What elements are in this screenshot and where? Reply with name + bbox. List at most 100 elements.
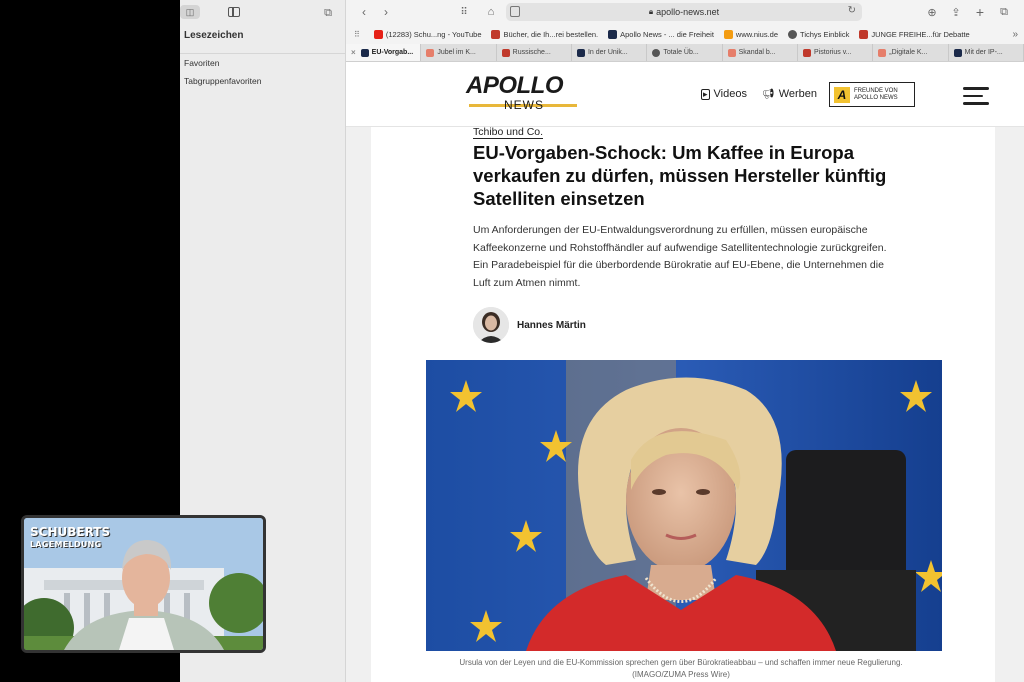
bookmark-item[interactable]: www.nius.de bbox=[723, 29, 779, 39]
tab-favicon bbox=[426, 48, 435, 57]
tab-favicon bbox=[953, 48, 962, 57]
tab-totale[interactable]: Totale Üb... bbox=[647, 44, 723, 61]
author-name: Hannes Märtin bbox=[517, 319, 586, 331]
caption-credit: (IMAGO/ZUMA Press Wire) bbox=[632, 670, 730, 679]
article-photo bbox=[426, 360, 942, 651]
more-bookmarks-icon[interactable]: » bbox=[1012, 29, 1018, 40]
bookmark-label: www.nius.de bbox=[735, 29, 779, 39]
bookmarks-bar: ⠿ (12283) Schu...ng - YouTube Bücher, di… bbox=[346, 24, 1024, 44]
tab-pistorius[interactable]: Pistorius v... bbox=[798, 44, 874, 61]
bookmark-item[interactable]: Apollo News - ... die Freiheit bbox=[608, 29, 714, 39]
tab-favicon bbox=[802, 48, 811, 57]
address-bar[interactable]: 🔒︎ apollo-news.net ↻ bbox=[506, 3, 862, 21]
tab-label: Totale Üb... bbox=[663, 49, 699, 56]
tab-unik[interactable]: In der Unik... bbox=[572, 44, 648, 61]
bookmark-label: (12283) Schu...ng - YouTube bbox=[385, 29, 482, 39]
tab-label: In der Unik... bbox=[587, 49, 628, 56]
back-icon[interactable]: ‹ bbox=[356, 4, 372, 20]
tab-favicon bbox=[727, 48, 736, 57]
bookmark-item[interactable]: (12283) Schu...ng - YouTube bbox=[373, 29, 482, 39]
sidebar-item-favoriten[interactable]: Favoriten bbox=[180, 54, 345, 72]
play-icon: ▸ bbox=[701, 88, 710, 100]
freunde-button[interactable]: A FREUNDE VON APOLLO NEWS bbox=[829, 82, 915, 107]
apollo-icon bbox=[360, 48, 369, 57]
bookmark-label: Apollo News - ... die Freiheit bbox=[620, 29, 714, 39]
bookmarks-toggle-icon[interactable]: ◫ bbox=[180, 5, 200, 19]
megaphone-icon: 📢︎ bbox=[762, 88, 775, 100]
photo-caption: Ursula von der Leyen und die EU-Kommissi… bbox=[401, 657, 961, 681]
apollo-a-icon: A bbox=[834, 86, 850, 103]
bookstore-icon bbox=[491, 29, 501, 39]
tab-label: Pistorius v... bbox=[813, 49, 852, 56]
tab-label: Russische... bbox=[512, 49, 551, 56]
site-header: APOLLO NEWS ▸ Videos 📢︎ Werben A FREUNDE… bbox=[346, 62, 1024, 127]
pip-show-title: SCHUBERTS bbox=[30, 525, 111, 539]
close-icon[interactable]: × bbox=[351, 48, 356, 57]
tab-label: Skandal b... bbox=[738, 49, 776, 56]
reload-icon[interactable]: ↻ bbox=[848, 5, 856, 16]
browser-toolbar: ⧉ ‹ › ⠿ ⌂ 🔒︎ apollo-news.net ↻ ⊕ ⇪ + ⧉ bbox=[324, 0, 1024, 24]
tab-favicon bbox=[576, 48, 585, 57]
article-kicker[interactable]: Tchibo und Co. bbox=[473, 126, 544, 139]
url-text: apollo-news.net bbox=[656, 7, 720, 17]
bookmark-item[interactable]: Bücher, die Ih...rei bestellen. bbox=[491, 29, 599, 39]
tab-eu-vorgaben[interactable]: × EU-Vorgab... bbox=[346, 44, 422, 61]
sidebar-icon[interactable] bbox=[228, 7, 240, 17]
reader-icon[interactable] bbox=[510, 6, 520, 17]
tab-label: „Digitale K... bbox=[889, 49, 928, 56]
nav-videos[interactable]: ▸ Videos bbox=[701, 88, 747, 100]
tab-ip[interactable]: Mit der IP-... bbox=[949, 44, 1024, 61]
tab-jubel[interactable]: Jubel im K... bbox=[421, 44, 497, 61]
tab-favicon bbox=[878, 48, 887, 57]
tab-label: EU-Vorgab... bbox=[371, 49, 414, 56]
author-byline[interactable]: Hannes Märtin bbox=[473, 307, 586, 343]
logo-apollo: APOLLO bbox=[466, 72, 564, 99]
share-icon[interactable]: ⇪ bbox=[948, 4, 964, 20]
lock-icon: 🔒︎ bbox=[648, 7, 654, 16]
tab-label: Mit der IP-... bbox=[964, 49, 1003, 56]
tichys-icon bbox=[788, 29, 798, 39]
pip-show-subtitle: LAGEMELDUNG bbox=[30, 540, 102, 549]
bookmarks-grid-icon[interactable]: ⠿ bbox=[354, 30, 360, 39]
caption-text: Ursula von der Leyen und die EU-Kommissi… bbox=[459, 658, 903, 667]
nius-icon bbox=[723, 29, 733, 39]
bookmark-label: Bücher, die Ih...rei bestellen. bbox=[503, 29, 599, 39]
apollo-icon bbox=[608, 29, 618, 39]
nav-werben-label: Werben bbox=[778, 88, 818, 100]
tab-label: Jubel im K... bbox=[437, 49, 476, 56]
freunde-text: FREUNDE VON APOLLO NEWS bbox=[854, 88, 898, 102]
tab-favicon bbox=[501, 48, 510, 57]
tab-favicon bbox=[652, 48, 661, 57]
hamburger-menu-icon[interactable] bbox=[963, 87, 989, 105]
tab-bar: × EU-Vorgab... Jubel im K... Russische...… bbox=[346, 44, 1024, 62]
article-headline: EU-Vorgaben-Schock: Um Kaffee in Europa … bbox=[473, 142, 887, 209]
tab-digitale[interactable]: „Digitale K... bbox=[873, 44, 949, 61]
tab-overview-icon[interactable]: ⧉ bbox=[996, 4, 1012, 20]
nav-werben[interactable]: 📢︎ Werben bbox=[762, 88, 817, 100]
freunde-line2: APOLLO NEWS bbox=[854, 94, 898, 101]
tab-skandal[interactable]: Skandal b... bbox=[723, 44, 798, 61]
sidebar-title: Lesezeichen bbox=[180, 24, 345, 54]
freunde-line1: FREUNDE VON bbox=[854, 87, 898, 94]
bookmark-label: Tichys Einblick bbox=[800, 29, 850, 39]
author-avatar bbox=[473, 307, 509, 343]
new-tab-icon[interactable]: + bbox=[972, 4, 988, 20]
article: Tchibo und Co. EU-Vorgaben-Schock: Um Ka… bbox=[371, 126, 995, 682]
home-icon[interactable]: ⌂ bbox=[483, 4, 499, 20]
forward-icon[interactable]: › bbox=[378, 4, 394, 20]
new-tab-group-icon[interactable]: ⧉ bbox=[320, 5, 336, 21]
sidebar-item-tabgruppenfavoriten[interactable]: Tabgruppenfavoriten bbox=[180, 72, 345, 90]
nav-videos-label: Videos bbox=[713, 88, 747, 100]
grid-icon[interactable]: ⠿ bbox=[456, 4, 472, 20]
download-icon[interactable]: ⊕ bbox=[924, 4, 940, 20]
bookmark-item[interactable]: Tichys Einblick bbox=[788, 29, 850, 39]
jungefreiheit-icon bbox=[859, 29, 869, 39]
bookmark-item[interactable]: JUNGE FREIHE...für Debatte bbox=[859, 29, 970, 39]
web-page: APOLLO NEWS ▸ Videos 📢︎ Werben A FREUNDE… bbox=[346, 62, 1024, 682]
logo-news: NEWS bbox=[504, 98, 544, 112]
webcam-overlay: SCHUBERTS LAGEMELDUNG bbox=[21, 515, 266, 653]
article-lede: Um Anforderungen der EU-Entwaldungsveror… bbox=[473, 224, 887, 289]
youtube-icon bbox=[373, 29, 383, 39]
tab-russische[interactable]: Russische... bbox=[497, 44, 572, 61]
apollo-news-logo[interactable]: APOLLO NEWS bbox=[466, 74, 582, 114]
